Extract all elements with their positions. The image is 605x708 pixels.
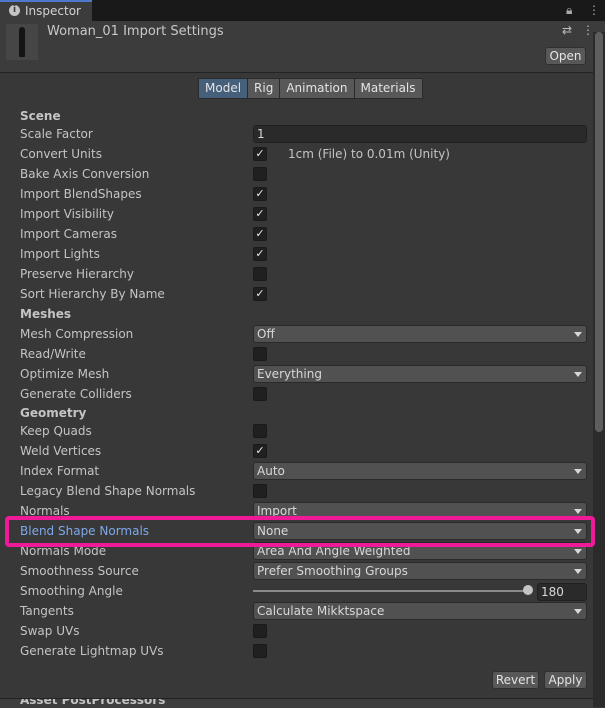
mesh-compression-dropdown[interactable]: Off [253,325,587,343]
smoothness-source-label: Smoothness Source [20,564,139,578]
swap-uvs-label: Swap UVs [20,624,80,638]
swap-uvs-checkbox[interactable] [253,624,267,638]
smoothing-angle-slider-track[interactable] [253,590,528,592]
tangents-value: Calculate Mikktspace [257,604,385,618]
generate-colliders-checkbox[interactable] [253,387,267,401]
smoothing-angle-slider-handle[interactable] [523,585,533,595]
open-button[interactable]: Open [545,47,586,65]
asset-thumbnail [6,24,38,60]
scrollbar[interactable] [593,32,605,707]
smoothing-angle-label: Smoothing Angle [20,584,123,598]
index-format-label: Index Format [20,464,100,478]
keep-quads-label: Keep Quads [20,424,92,438]
convert-units-label: Convert Units [20,147,102,161]
tab-model[interactable]: Model [198,78,249,99]
import-lights-label: Import Lights [20,247,100,261]
index-format-value: Auto [257,464,285,478]
bake-axis-label: Bake Axis Conversion [20,167,150,181]
smoothness-source-value: Prefer Smoothing Groups [257,564,408,578]
legacy-blend-checkbox[interactable] [253,484,267,498]
apply-button[interactable]: Apply [544,671,587,689]
convert-units-checkbox[interactable]: ✓ [253,147,267,161]
bake-axis-checkbox[interactable] [253,167,267,181]
optimize-mesh-value: Everything [257,367,322,381]
weld-vertices-checkbox[interactable]: ✓ [253,444,267,458]
import-cameras-checkbox[interactable]: ✓ [253,227,267,241]
chevron-down-icon [574,332,582,337]
optimize-mesh-label: Optimize Mesh [20,367,110,381]
chevron-down-icon [574,509,582,514]
import-blendshapes-label: Import BlendShapes [20,187,142,201]
weld-vertices-label: Weld Vertices [20,444,102,458]
convert-units-note: 1cm (File) to 0.01m (Unity) [288,147,450,161]
smoothing-angle-field[interactable]: 180 [537,583,587,601]
mesh-compression-value: Off [257,327,275,341]
import-tabs: Model Rig Animation Materials [198,78,423,99]
sort-hierarchy-checkbox[interactable]: ✓ [253,287,267,301]
import-visibility-label: Import Visibility [20,207,114,221]
mesh-compression-label: Mesh Compression [20,327,134,341]
figure-icon [19,27,25,57]
tab-materials[interactable]: Materials [353,78,423,99]
import-blendshapes-checkbox[interactable]: ✓ [253,187,267,201]
index-format-dropdown[interactable]: Auto [253,462,587,480]
chevron-down-icon [574,549,582,554]
section-meshes: Meshes [20,307,72,321]
preserve-hierarchy-label: Preserve Hierarchy [20,267,134,281]
import-lights-checkbox[interactable]: ✓ [253,247,267,261]
kebab-menu-icon[interactable]: ⋮ [588,3,600,17]
lock-icon[interactable]: 🔒︎ [566,3,572,18]
inspector-header: Woman_01 Import Settings ⇄ ⋮ Open [0,21,605,73]
legacy-blend-label: Legacy Blend Shape Normals [20,484,196,498]
scale-factor-field[interactable]: 1 [253,125,587,143]
smoothness-source-dropdown[interactable]: Prefer Smoothing Groups [253,562,587,580]
revert-button[interactable]: Revert [492,671,539,689]
keep-quads-checkbox[interactable] [253,424,267,438]
section-scene: Scene [20,109,61,123]
scale-factor-label: Scale Factor [20,127,93,141]
preserve-hierarchy-checkbox[interactable] [253,267,267,281]
sort-hierarchy-label: Sort Hierarchy By Name [20,287,165,301]
highlight-box [5,516,595,547]
generate-lightmap-checkbox[interactable] [253,644,267,658]
tangents-dropdown[interactable]: Calculate Mikktspace [253,602,587,620]
page-title: Woman_01 Import Settings [47,24,224,39]
chevron-down-icon [574,372,582,377]
chevron-down-icon [574,609,582,614]
tangents-label: Tangents [20,604,74,618]
tab-inspector[interactable]: i Inspector [0,0,92,21]
import-cameras-label: Import Cameras [20,227,117,241]
generate-colliders-label: Generate Colliders [20,387,132,401]
scrollbar-thumb[interactable] [595,32,603,432]
info-icon: i [9,5,20,16]
chevron-down-icon [574,569,582,574]
section-geometry: Geometry [20,406,87,420]
optimize-mesh-dropdown[interactable]: Everything [253,365,587,383]
chevron-down-icon [574,469,582,474]
asset-postprocessors-label: Asset PostProcessors [20,698,166,707]
import-visibility-checkbox[interactable]: ✓ [253,207,267,221]
preset-icon[interactable]: ⇄ [562,23,572,37]
tab-animation[interactable]: Animation [279,78,355,99]
tab-rig[interactable]: Rig [247,78,281,99]
read-write-checkbox[interactable] [253,347,267,361]
tab-inspector-label: Inspector [25,4,81,18]
read-write-label: Read/Write [20,347,86,361]
generate-lightmap-label: Generate Lightmap UVs [20,644,164,658]
window-tab-bar: i Inspector 🔒︎ ⋮ [0,0,605,21]
